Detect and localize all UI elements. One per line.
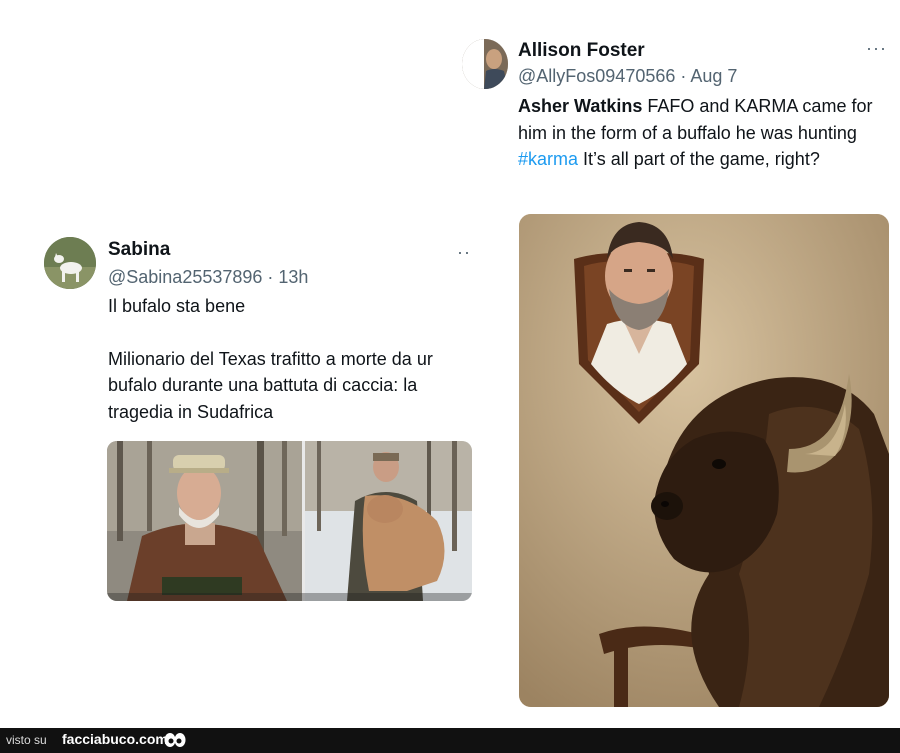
buffalo-with-trophy-image [519,214,889,707]
author-name[interactable]: Sabina [108,239,170,261]
tweet-text-line: tragedia in Sudafrica [108,401,274,422]
hunter-photos [107,441,472,601]
author-name[interactable]: Allison Foster [518,40,645,62]
tweet-text: Asher Watkins FAFO and KARMA came for hi… [518,93,888,173]
tweet-text-line: bufalo durante una battuta di caccia: la [108,375,418,395]
more-options-icon[interactable]: ··· [866,38,887,59]
footer-bar: visto su facciabuco.com [0,728,900,753]
avatar-allison[interactable] [462,39,508,89]
more-options-icon[interactable]: ·· [457,242,471,263]
avatar-allison-image [462,39,508,89]
footer-brand[interactable]: facciabuco.com [62,731,168,747]
avatar-sabina[interactable] [44,237,96,289]
author-handle-timestamp[interactable]: @Sabina25537896 · 13h [108,267,308,288]
tweet-text: Il bufalo sta bene Milionario del Texas … [108,293,474,425]
tweet-text-line: Milionario del Texas trafitto a morte da… [108,348,433,369]
tweet-media[interactable] [107,441,472,601]
hashtag-link[interactable]: #karma [518,149,578,169]
tweet-text-line: Il bufalo sta bene [108,296,246,316]
footer-prefix: visto su [6,733,47,747]
avatar-sabina-image [44,237,96,289]
author-handle-timestamp[interactable]: @AllyFos09470566 · Aug 7 [518,66,737,87]
eyes-logo-icon [163,731,187,753]
tweet-media[interactable] [519,214,889,707]
tweet-text-segment: It’s all part of the game, right? [578,149,820,169]
mention-link[interactable]: Asher Watkins [518,96,642,116]
